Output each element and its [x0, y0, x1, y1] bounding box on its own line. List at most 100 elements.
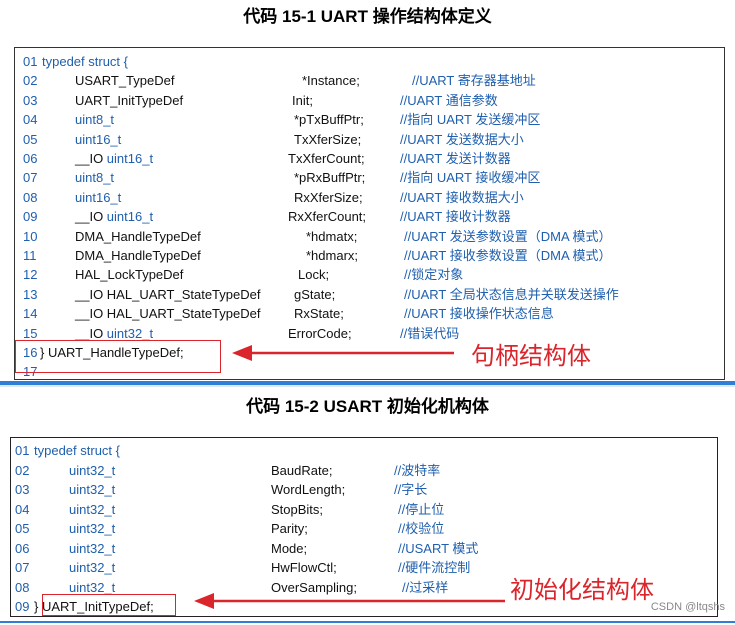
field-name: WordLength;	[271, 482, 346, 497]
code-comment: //锁定对象	[404, 267, 464, 283]
code-comment: //校验位	[398, 521, 445, 536]
field-name: ErrorCode;	[288, 325, 352, 341]
field-name: *hdmarx;	[306, 248, 359, 263]
type-name: uint16_t	[106, 209, 154, 225]
type-name: UART_InitTypeDef	[75, 92, 184, 108]
line-number: 01	[15, 443, 30, 458]
line-number: 05	[15, 521, 30, 536]
type-qualifier: __IO	[75, 209, 107, 225]
annotation-init-struct: 初始化结构体	[510, 576, 654, 604]
line-number: 11	[23, 248, 37, 263]
code-comment: //UART 通信参数	[400, 92, 498, 108]
type-name: DMA_HandleTypeDef	[75, 228, 201, 244]
type-name: uint8_t	[75, 170, 115, 186]
type-name: uint32_t	[106, 325, 154, 341]
arrow-icon-handle	[232, 345, 454, 361]
field-name: Parity;	[271, 521, 308, 536]
code-comment: //UART 发送参数设置（DMA 模式）	[404, 228, 612, 244]
field-name: StopBits;	[271, 501, 324, 517]
code-text-header: typedef struct {	[34, 443, 120, 458]
code-comment: //UART 接收计数器	[400, 209, 511, 225]
code-comment: //UART 全局状态信息并关联发送操作	[404, 286, 619, 302]
field-name: *hdmatx;	[306, 228, 358, 244]
field-type: uint8_t	[75, 110, 114, 129]
field-type: __IO uint16_t	[75, 207, 153, 226]
field-name: *pRxBuffPtr;	[294, 170, 366, 186]
field-type: DMA_HandleTypeDef	[75, 227, 201, 246]
line-number: 06	[15, 540, 30, 556]
type-qualifier: __IO	[75, 286, 107, 302]
code-listing-title-2: 代码 15-2 USART 初始化机构体	[246, 397, 489, 416]
code-comment: //UART 接收参数设置（DMA 模式）	[404, 248, 612, 263]
field-type: uint32_t	[69, 540, 116, 556]
line-number: 05	[23, 131, 38, 147]
field-type: __IO HAL_UART_StateTypeDef	[75, 285, 260, 304]
type-name: uint16_t	[106, 151, 154, 166]
line-number: 09	[15, 599, 30, 614]
line-number: 08	[15, 579, 30, 595]
type-name: DMA_HandleTypeDef	[75, 248, 201, 263]
field-name: Mode;	[271, 540, 308, 556]
field-name: HwFlowCtl;	[271, 560, 337, 575]
watermark: CSDN @ltqshs	[650, 601, 725, 613]
field-name: RxXferSize;	[294, 189, 363, 205]
annotation-handle-struct: 句柄结构体	[471, 342, 591, 370]
code-comment: //UART 接收操作状态信息	[404, 306, 554, 322]
field-type: uint16_t	[75, 188, 121, 207]
field-name: TxXferCount;	[288, 151, 365, 166]
code-block-uart-handle: 01 typedef struct { 02 USART_TypeDef *Instan…	[14, 47, 725, 380]
field-name: gState;	[294, 286, 336, 302]
field-name: *Instance;	[302, 73, 360, 89]
type-name: HAL_UART_StateTypeDef	[106, 286, 261, 302]
line-number: 01	[23, 54, 38, 69]
type-qualifier: __IO	[75, 306, 107, 322]
type-name: uint16_t	[75, 189, 122, 205]
page-bottom-border	[0, 621, 735, 623]
field-name: Lock;	[298, 267, 330, 283]
field-type: uint32_t	[69, 501, 116, 517]
type-name: uint16_t	[75, 131, 122, 147]
code-comment: //错误代码	[400, 325, 460, 341]
line-number: 03	[23, 92, 38, 108]
field-type: uint32_t	[69, 462, 116, 478]
field-name: Init;	[292, 92, 313, 108]
line-number: 07	[15, 560, 30, 575]
type-name: HAL_LockTypeDef	[75, 267, 184, 283]
line-number: 02	[15, 462, 30, 478]
field-type: uint32_t	[69, 521, 116, 536]
type-qualifier: __IO	[75, 325, 107, 341]
type-name: USART_TypeDef	[75, 73, 175, 89]
field-type: uint8_t	[75, 168, 114, 187]
arrow-icon-init	[194, 593, 505, 609]
line-number: 08	[23, 189, 38, 205]
type-qualifier: __IO	[75, 151, 107, 166]
line-number: 09	[23, 209, 38, 225]
field-name: RxXferCount;	[288, 209, 367, 225]
line-number: 07	[23, 170, 38, 186]
code-comment: //UART 寄存器基地址	[412, 73, 536, 89]
field-type: __IO HAL_UART_StateTypeDef	[75, 304, 260, 323]
code-comment: //指向 UART 接收缓冲区	[400, 170, 541, 186]
code-comment: //UART 发送计数器	[400, 151, 511, 166]
field-name: TxXferSize;	[294, 131, 362, 147]
code-comment: //停止位	[398, 501, 445, 517]
line-number: 04	[23, 112, 38, 128]
field-type: uint16_t	[75, 130, 121, 149]
code-comment: //波特率	[394, 462, 441, 478]
line-number: 06	[23, 151, 38, 166]
type-name: uint8_t	[75, 112, 115, 128]
code-comment: //UART 接收数据大小	[400, 189, 524, 205]
type-name: HAL_UART_StateTypeDef	[106, 306, 261, 322]
code-comment: //硬件流控制	[398, 560, 471, 575]
page-separator-shadow	[0, 385, 735, 387]
code-text-header: typedef struct {	[42, 54, 128, 69]
line-number: 03	[15, 482, 30, 497]
field-name: *pTxBuffPtr;	[294, 112, 364, 128]
field-type: DMA_HandleTypeDef	[75, 246, 201, 265]
field-type: UART_InitTypeDef	[75, 91, 183, 110]
line-number: 02	[23, 73, 38, 89]
code-comment: //UART 发送数据大小	[400, 131, 524, 147]
code-listing-title-1: 代码 15-1 UART 操作结构体定义	[243, 7, 492, 26]
line-number: 14	[23, 306, 38, 322]
line-number: 10	[23, 228, 38, 244]
